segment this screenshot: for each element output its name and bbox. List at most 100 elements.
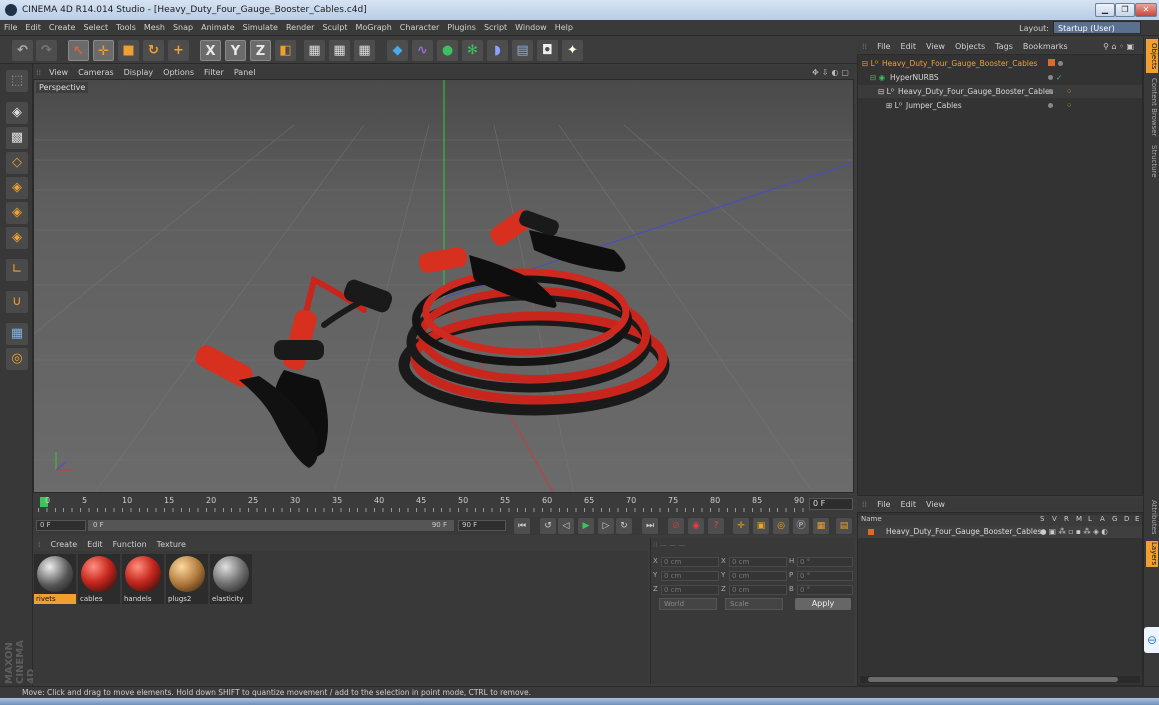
add-icon[interactable]: + xyxy=(168,40,189,61)
render-view-icon[interactable]: ▦ xyxy=(304,40,325,61)
tab-content-browser[interactable]: Content Browser xyxy=(1146,77,1158,137)
texture-mode-icon[interactable]: ▩ xyxy=(6,127,28,149)
key-pla-icon[interactable]: ▦ xyxy=(813,518,829,534)
y-axis-icon[interactable]: Y xyxy=(225,40,246,61)
material-plugs2[interactable]: plugs2 xyxy=(166,554,208,604)
coordinate-mode-dropdown[interactable]: World xyxy=(659,598,717,610)
size-x-field[interactable]: 0 cm xyxy=(729,557,787,567)
menu-edit[interactable]: Edit xyxy=(21,20,45,36)
object-row[interactable]: ⊟ L⁰ Heavy_Duty_Four_Gauge_Booster_Cable… xyxy=(858,85,1142,98)
render-settings-icon[interactable]: ▦ xyxy=(354,40,375,61)
object-flags[interactable]: ✓ xyxy=(1048,71,1062,84)
material-menu-edit[interactable]: Edit xyxy=(82,538,108,551)
end-frame-field[interactable]: 90 F xyxy=(458,520,506,531)
workplane-icon[interactable]: ◇ xyxy=(6,152,28,174)
menu-select[interactable]: Select xyxy=(79,20,112,36)
make-editable-icon[interactable]: ⬚ xyxy=(6,70,28,92)
rotate-icon[interactable]: ↻ xyxy=(143,40,164,61)
render-picture-viewer-icon[interactable]: ▦ xyxy=(329,40,350,61)
rotation-b-field[interactable]: 0 ° xyxy=(797,585,853,595)
apply-button[interactable]: Apply xyxy=(795,598,851,610)
viewport-menu-options[interactable]: Options xyxy=(158,66,199,79)
om-menu-edit[interactable]: Edit xyxy=(895,40,921,53)
camera-icon[interactable]: ◘ xyxy=(537,40,558,61)
material-handels[interactable]: handels xyxy=(122,554,164,604)
array-icon[interactable]: ✻ xyxy=(462,40,483,61)
tab-objects[interactable]: Objects xyxy=(1146,39,1158,73)
key-scale-icon[interactable]: ▣ xyxy=(753,518,769,534)
om-menu-objects[interactable]: Objects xyxy=(950,40,990,53)
axis-mode-icon[interactable]: ∟ xyxy=(6,259,28,281)
menu-file[interactable]: File xyxy=(0,20,21,36)
scale-icon[interactable]: ■ xyxy=(118,40,139,61)
menu-animate[interactable]: Animate xyxy=(197,20,239,36)
range-slider[interactable]: 0 F 90 F xyxy=(88,520,454,531)
object-flags[interactable]: ⁘ xyxy=(1048,85,1072,98)
magnet-icon[interactable]: ∪ xyxy=(6,291,28,313)
size-z-field[interactable]: 0 cm xyxy=(729,585,787,595)
object-flags[interactable] xyxy=(1048,57,1066,70)
layout-dropdown[interactable]: Startup (User) xyxy=(1053,21,1141,34)
deformer-icon[interactable]: ◗ xyxy=(487,40,508,61)
viewport-menu-display[interactable]: Display xyxy=(119,66,159,79)
points-mode-icon[interactable]: ◈ xyxy=(6,177,28,199)
viewport-nav-icons[interactable]: ✥⇩◐▢ xyxy=(812,66,852,79)
menu-snap[interactable]: Snap xyxy=(169,20,197,36)
menu-sculpt[interactable]: Sculpt xyxy=(318,20,351,36)
size-y-field[interactable]: 0 cm xyxy=(729,571,787,581)
menu-help[interactable]: Help xyxy=(551,20,577,36)
viewport-menu-view[interactable]: View xyxy=(44,66,73,79)
object-row[interactable]: ⊟ ◉ HyperNURBS ✓ xyxy=(858,71,1142,84)
timeline-settings-icon[interactable]: ▤ xyxy=(836,518,852,534)
light-icon[interactable]: ✦ xyxy=(562,40,583,61)
autokey-icon[interactable]: ◉ xyxy=(688,518,704,534)
perspective-viewport[interactable]: Perspective xyxy=(33,79,854,493)
lock-icon[interactable]: ◎ xyxy=(6,348,28,370)
position-x-field[interactable]: 0 cm xyxy=(661,557,719,567)
object-row[interactable]: ⊞ L⁰ Jumper_Cables ⁘ xyxy=(858,99,1142,112)
spline-icon[interactable]: ∿ xyxy=(412,40,433,61)
undo-icon[interactable]: ↶ xyxy=(12,40,33,61)
rotation-h-field[interactable]: 0 ° xyxy=(797,557,853,567)
start-frame-field[interactable]: 0 F xyxy=(36,520,86,531)
material-menu-texture[interactable]: Texture xyxy=(152,538,191,551)
menu-script[interactable]: Script xyxy=(480,20,511,36)
menu-render[interactable]: Render xyxy=(282,20,318,36)
step-forward-icon[interactable]: ▷ xyxy=(598,518,614,534)
size-mode-dropdown[interactable]: Scale xyxy=(725,598,783,610)
play-icon[interactable]: ▶ xyxy=(578,518,594,534)
polygons-mode-icon[interactable]: ◈ xyxy=(6,227,28,249)
overlay-widget-icon[interactable]: ⊖ xyxy=(1144,627,1159,653)
timeline-ruler[interactable]: 0 5 10 15 20 25 30 35 40 45 50 55 60 65 … xyxy=(33,493,854,517)
menu-plugins[interactable]: Plugins xyxy=(443,20,480,36)
floor-icon[interactable]: ▤ xyxy=(512,40,533,61)
redo-icon[interactable]: ↷ xyxy=(36,40,57,61)
om-search-home-icons[interactable]: ⚲ ⌂ ◦ ▣ xyxy=(1098,40,1139,53)
record-icon[interactable]: ⊘ xyxy=(668,518,684,534)
horizontal-scrollbar[interactable] xyxy=(860,676,1140,683)
current-frame-field[interactable]: 0 F xyxy=(809,498,853,510)
material-rivets[interactable]: rivets xyxy=(34,554,76,604)
layout-selector[interactable]: Layout: Startup (User) xyxy=(1019,21,1141,34)
lm-menu-view[interactable]: View xyxy=(921,498,950,511)
menu-tools[interactable]: Tools xyxy=(112,20,140,36)
tab-structure[interactable]: Structure xyxy=(1146,141,1158,181)
tab-attributes[interactable]: Attributes xyxy=(1146,497,1158,537)
key-rotation-icon[interactable]: ◎ xyxy=(773,518,789,534)
position-z-field[interactable]: 0 cm xyxy=(661,585,719,595)
rotation-p-field[interactable]: 0 ° xyxy=(797,571,853,581)
object-flags[interactable]: ⁘ xyxy=(1048,99,1072,112)
select-icon[interactable]: ↖ xyxy=(68,40,89,61)
object-row[interactable]: ⊟ L⁰ Heavy_Duty_Four_Gauge_Booster_Cable… xyxy=(858,57,1142,70)
loop-forward-icon[interactable]: ↻ xyxy=(616,518,632,534)
edges-mode-icon[interactable]: ◈ xyxy=(6,202,28,224)
keyframe-help-icon[interactable]: ? xyxy=(708,518,724,534)
viewport-menu-panel[interactable]: Panel xyxy=(229,66,261,79)
menu-mograph[interactable]: MoGraph xyxy=(351,20,395,36)
viewport-menu-filter[interactable]: Filter xyxy=(199,66,229,79)
material-elasticity[interactable]: elasticity xyxy=(210,554,252,604)
position-y-field[interactable]: 0 cm xyxy=(661,571,719,581)
menu-mesh[interactable]: Mesh xyxy=(140,20,169,36)
z-axis-icon[interactable]: Z xyxy=(250,40,271,61)
go-to-start-icon[interactable]: ⏮ xyxy=(514,518,530,534)
